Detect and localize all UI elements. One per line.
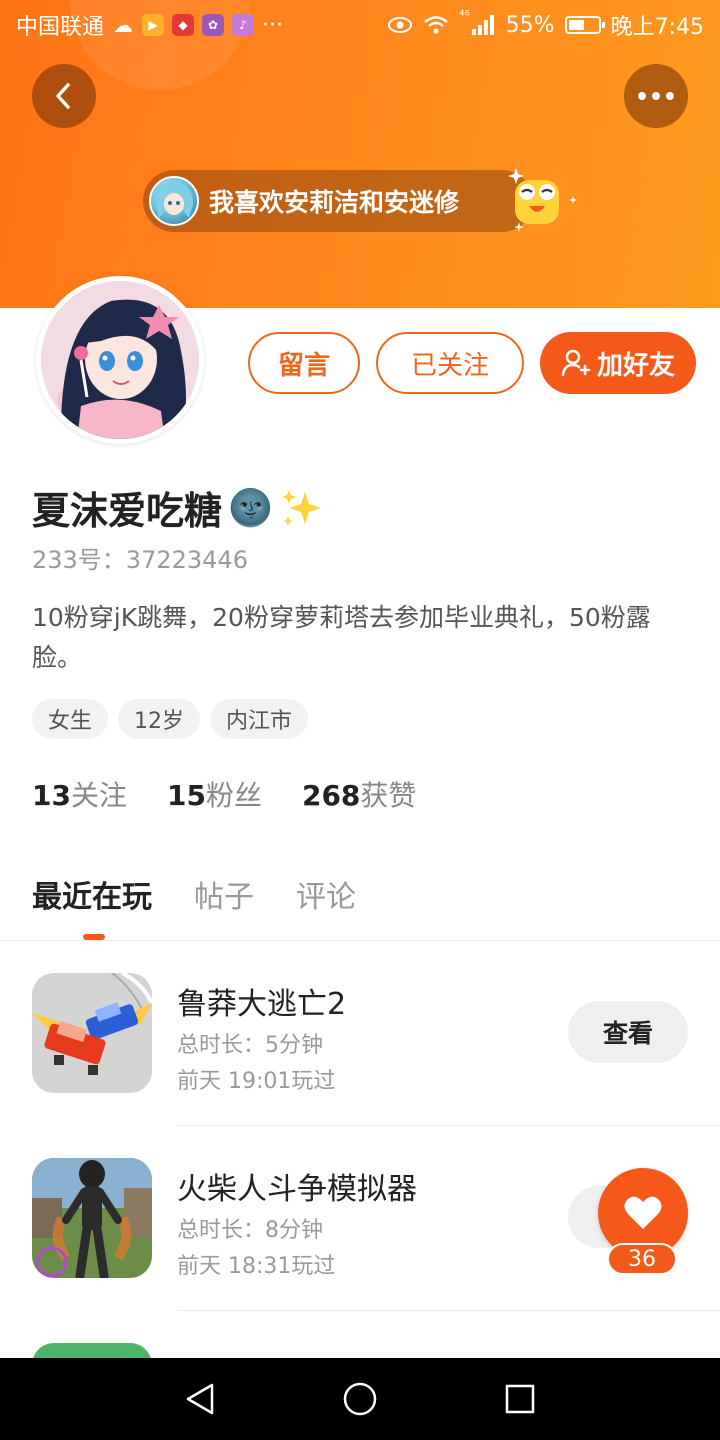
nav-recents-icon[interactable] bbox=[505, 1384, 535, 1414]
more-options-button[interactable] bbox=[624, 64, 688, 128]
nav-back-icon[interactable] bbox=[184, 1382, 216, 1416]
tab-posts[interactable]: 帖子 bbox=[194, 872, 254, 916]
more-dots-icon bbox=[638, 92, 674, 100]
game-list-item[interactable]: 鲁莽大逃亡2 总时长：5分钟 前天 19:01玩过 查看 bbox=[0, 941, 720, 1126]
profile-bio: 10粉穿jK跳舞，20粉穿萝莉塔去参加毕业典礼，50粉露脸。 bbox=[32, 603, 651, 672]
header-title: 我喜欢安莉洁和安迷修 bbox=[209, 188, 460, 217]
clock: 晚上7:45 bbox=[610, 15, 704, 40]
back-button[interactable] bbox=[32, 64, 96, 128]
eye-comfort-icon bbox=[388, 17, 413, 33]
stat-likes: 268获赞 bbox=[302, 774, 416, 814]
user-id: 233号：37223446 bbox=[32, 546, 248, 574]
add-friend-label: 加好友 bbox=[596, 350, 675, 381]
profile-name-row: 夏沫爱吃糖 🌚 bbox=[32, 480, 323, 535]
view-game-button[interactable]: 查看 bbox=[568, 1001, 688, 1063]
chevron-left-icon bbox=[56, 83, 70, 109]
stat-fans-count: 15 bbox=[166, 779, 206, 812]
wifi-icon bbox=[424, 16, 449, 34]
battery-icon bbox=[564, 16, 605, 34]
game-total-duration: 总时长：8分钟 bbox=[177, 1218, 323, 1243]
profile-tabs: 最近在玩 帖子 评论 bbox=[32, 872, 356, 916]
nav-home-icon[interactable] bbox=[343, 1382, 377, 1416]
game-last-played: 前天 18:31玩过 bbox=[177, 1254, 336, 1279]
battery-percent: 55% bbox=[505, 12, 555, 38]
message-button[interactable]: 留言 bbox=[248, 332, 360, 394]
stat-following[interactable]: 13关注 bbox=[32, 774, 127, 814]
carrier-label: 中国联通 bbox=[16, 15, 105, 40]
following-button[interactable]: 已关注 bbox=[376, 332, 524, 394]
system-navigation-bar bbox=[0, 1358, 720, 1440]
smiley-sticker-icon bbox=[503, 162, 579, 242]
tag-gender: 女生 bbox=[32, 699, 109, 739]
game-name: 鲁莽大逃亡2 bbox=[177, 987, 347, 1022]
network-type-label: ⁴⁶ bbox=[459, 9, 470, 24]
title-avatar bbox=[149, 176, 199, 226]
profile-name: 夏沫爱吃糖 bbox=[32, 489, 223, 533]
profile-stats: 13关注 15粉丝 268获赞 bbox=[32, 774, 416, 814]
profile-tags: 女生 12岁 内江市 bbox=[32, 699, 309, 739]
video-icon: ▶ bbox=[142, 14, 165, 36]
more-notifications-icon: ··· bbox=[262, 12, 283, 38]
music-icon: ♪ bbox=[232, 14, 255, 36]
stat-likes-count: 268 bbox=[301, 779, 361, 812]
game-icon-stickman bbox=[32, 1158, 152, 1278]
new-moon-face-emoji: 🌚 bbox=[228, 487, 273, 529]
stat-following-count: 13 bbox=[32, 779, 71, 812]
status-bar: 中国联通 ☁ ▶ ◆ ✿ ♪ ··· ⁴⁶ 55% 晚上7:45 bbox=[0, 0, 720, 50]
heart-icon bbox=[624, 1196, 662, 1229]
tab-comments[interactable]: 评论 bbox=[296, 872, 356, 916]
wechat-icon: ☁ bbox=[113, 13, 134, 37]
news-icon: ◆ bbox=[172, 14, 195, 36]
game-icon-car-escape bbox=[32, 973, 152, 1093]
like-count-badge: 36 bbox=[607, 1243, 677, 1275]
profile-header-banner: 中国联通 ☁ ▶ ◆ ✿ ♪ ··· ⁴⁶ 55% 晚上7:45 我喜欢安莉洁和… bbox=[0, 0, 720, 308]
header-title-pill[interactable]: 我喜欢安莉洁和安迷修 bbox=[143, 170, 533, 232]
add-user-icon bbox=[561, 349, 591, 377]
stat-likes-label: 获赞 bbox=[360, 779, 417, 812]
game-total-duration: 总时长：5分钟 bbox=[177, 1033, 323, 1058]
tag-age: 12岁 bbox=[118, 699, 201, 739]
signal-icon bbox=[471, 15, 494, 35]
stat-fans[interactable]: 15粉丝 bbox=[167, 774, 262, 814]
app-icon: ✿ bbox=[202, 14, 225, 36]
game-name: 火柴人斗争模拟器 bbox=[177, 1172, 417, 1207]
battery-level-fill bbox=[568, 20, 584, 30]
stat-fans-label: 粉丝 bbox=[205, 779, 262, 812]
tag-city: 内江市 bbox=[210, 699, 309, 739]
profile-avatar[interactable] bbox=[36, 276, 204, 444]
add-friend-button[interactable]: 加好友 bbox=[540, 332, 696, 394]
tab-recently-played[interactable]: 最近在玩 bbox=[32, 872, 152, 916]
stat-following-label: 关注 bbox=[70, 779, 127, 812]
sparkles-icon bbox=[281, 489, 321, 526]
game-last-played: 前天 19:01玩过 bbox=[177, 1069, 336, 1094]
